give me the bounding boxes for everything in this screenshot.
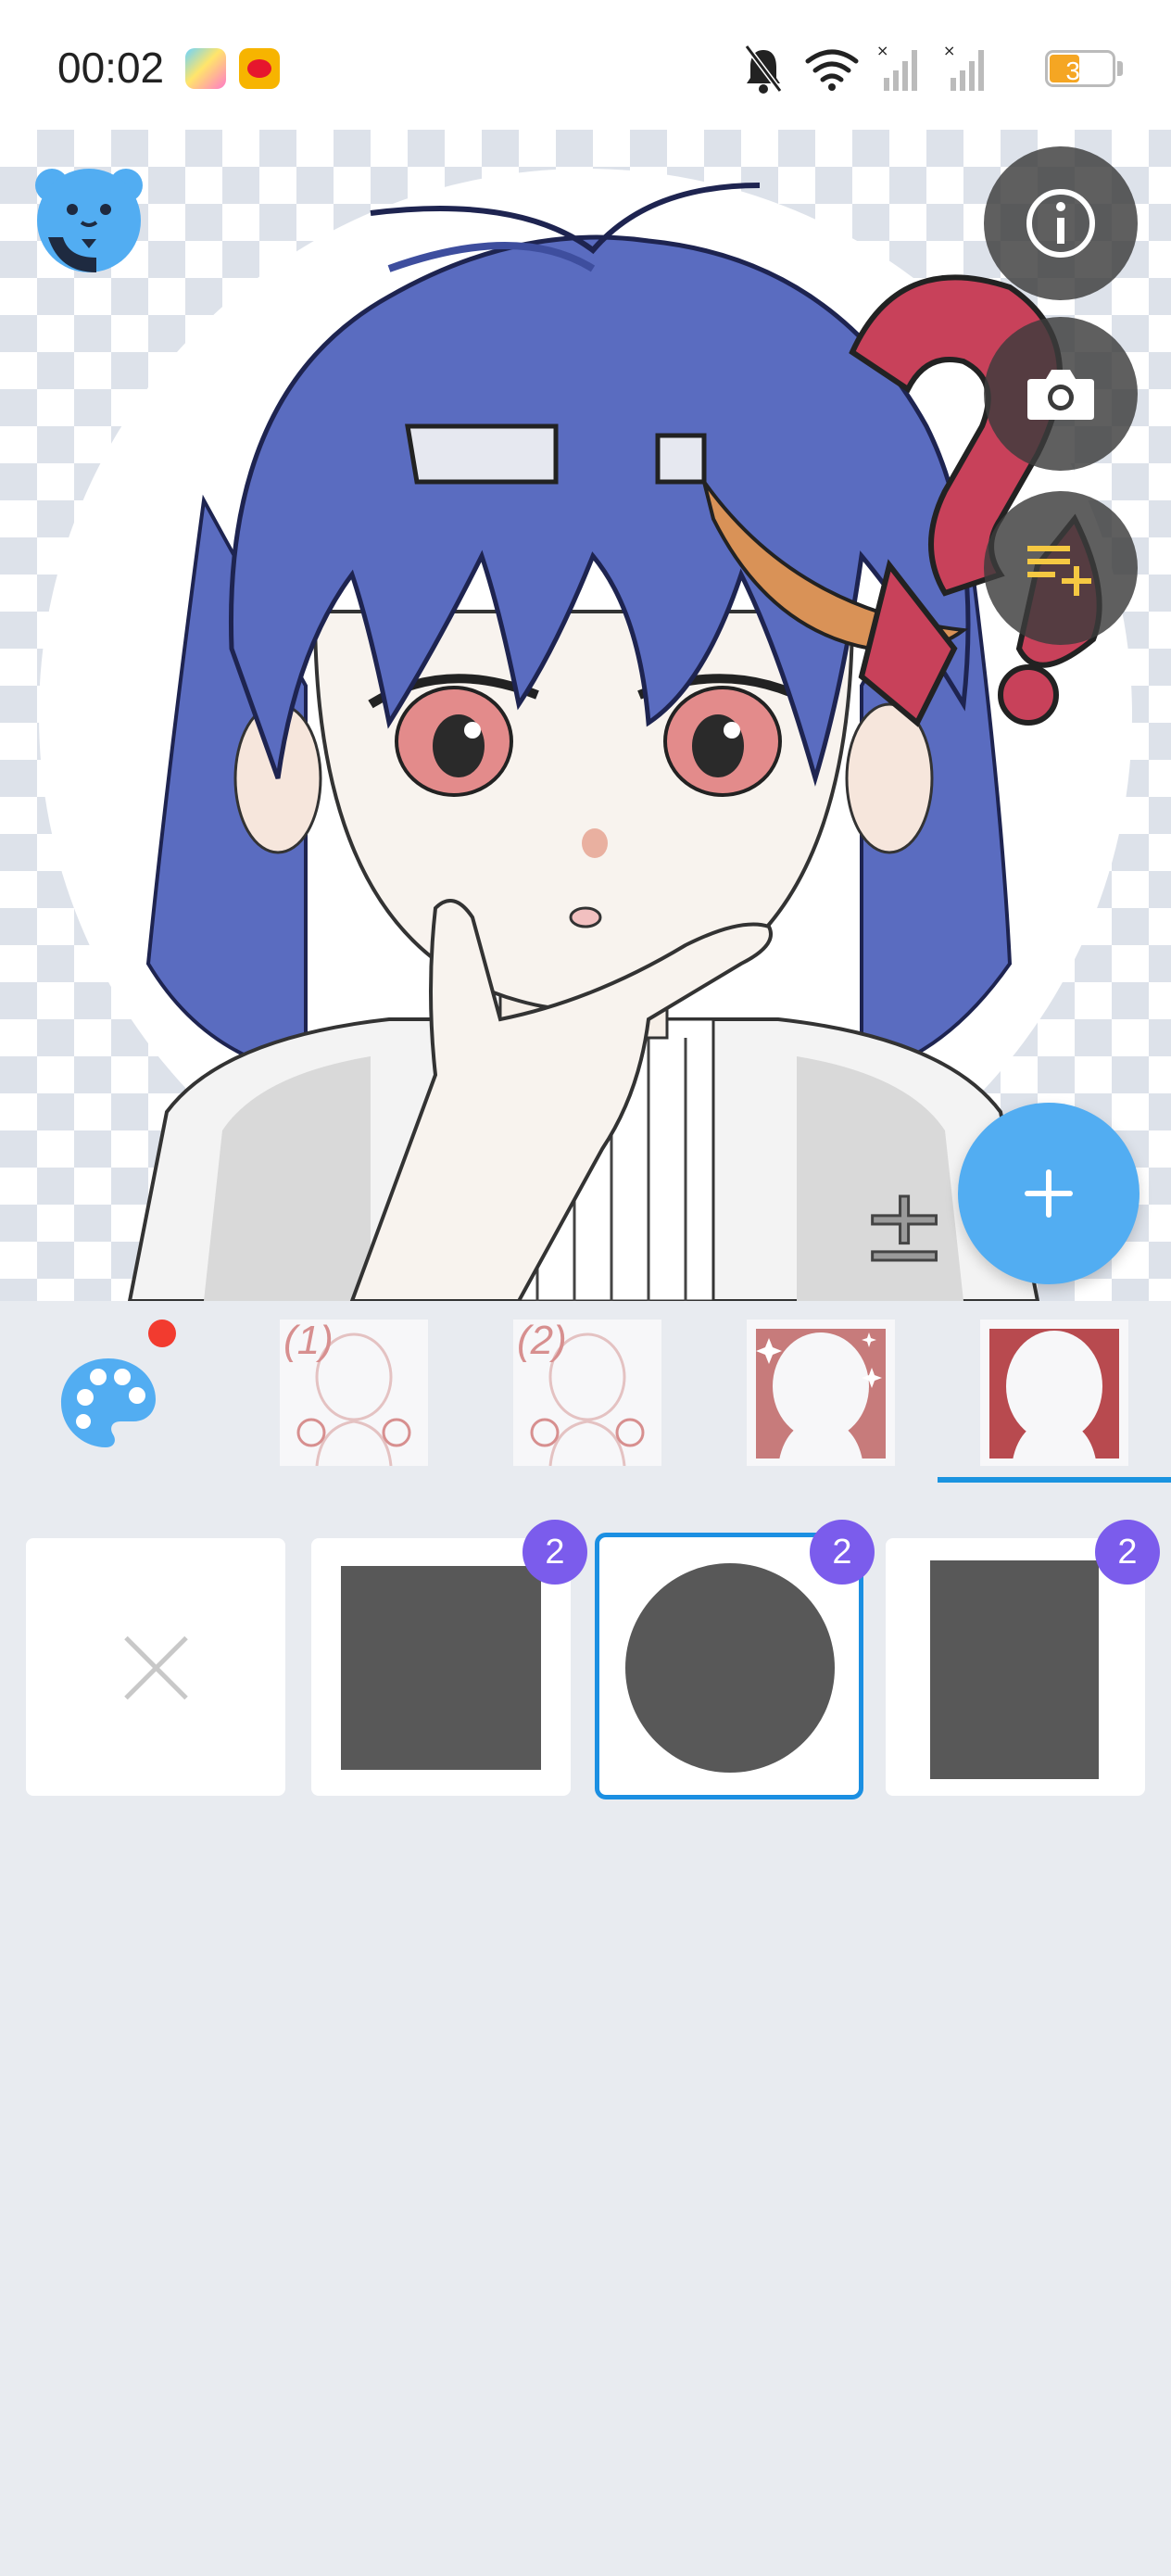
svg-text:×: × bbox=[943, 42, 955, 59]
category-body-1[interactable]: (1) bbox=[280, 1318, 428, 1467]
weibo-icon bbox=[239, 48, 280, 89]
category-label: (1) bbox=[283, 1318, 334, 1363]
svg-text:±: ± bbox=[862, 1166, 947, 1284]
system-icons: × × bbox=[745, 42, 984, 94]
playlist-add-icon bbox=[1027, 546, 1091, 596]
battery-level: 32 bbox=[1065, 57, 1095, 85]
mute-icon bbox=[745, 44, 783, 94]
battery-icon: 32 bbox=[1045, 50, 1115, 87]
option-square[interactable] bbox=[311, 1538, 571, 1796]
info-button[interactable] bbox=[984, 146, 1138, 300]
info-icon bbox=[1026, 189, 1095, 258]
rectangle-shape bbox=[930, 1560, 1099, 1779]
signal-icon: × bbox=[943, 42, 984, 91]
palette-button[interactable] bbox=[57, 1351, 159, 1453]
sparkle-frame-icon bbox=[756, 1329, 886, 1466]
square-shape bbox=[341, 1566, 541, 1770]
close-icon bbox=[119, 1631, 193, 1705]
status-time: 00:02 bbox=[57, 44, 165, 92]
status-bar: 00:02 × × 32 bbox=[0, 0, 1171, 130]
palette-icon bbox=[61, 1358, 156, 1447]
camera-button[interactable] bbox=[984, 317, 1138, 471]
add-to-list-button[interactable] bbox=[984, 491, 1138, 645]
category-sparkle-frame[interactable] bbox=[747, 1320, 895, 1466]
add-button[interactable] bbox=[958, 1103, 1140, 1284]
app-logo[interactable] bbox=[31, 163, 146, 278]
variant-count-badge: 2 bbox=[1095, 1520, 1160, 1585]
panda-logo-icon bbox=[35, 169, 143, 272]
variant-count-badge: 2 bbox=[810, 1520, 875, 1585]
app-icon bbox=[185, 48, 226, 89]
category-body-2[interactable]: (2) bbox=[513, 1318, 661, 1467]
category-bar: (1) (2) bbox=[0, 1301, 1171, 1486]
category-label: (2) bbox=[517, 1318, 567, 1363]
option-none[interactable] bbox=[26, 1538, 285, 1796]
signal-icon: × bbox=[876, 42, 917, 91]
category-solid-frame[interactable] bbox=[980, 1320, 1128, 1466]
camera-icon bbox=[1027, 370, 1094, 420]
circle-shape bbox=[625, 1563, 835, 1773]
svg-text:×: × bbox=[876, 42, 888, 59]
solid-frame-icon bbox=[989, 1329, 1119, 1466]
notification-dot bbox=[148, 1320, 176, 1347]
selected-category-indicator bbox=[938, 1477, 1171, 1483]
wifi-icon bbox=[805, 49, 859, 91]
variant-count-badge: 2 bbox=[523, 1520, 587, 1585]
status-icons: × × 32 bbox=[745, 41, 1134, 96]
